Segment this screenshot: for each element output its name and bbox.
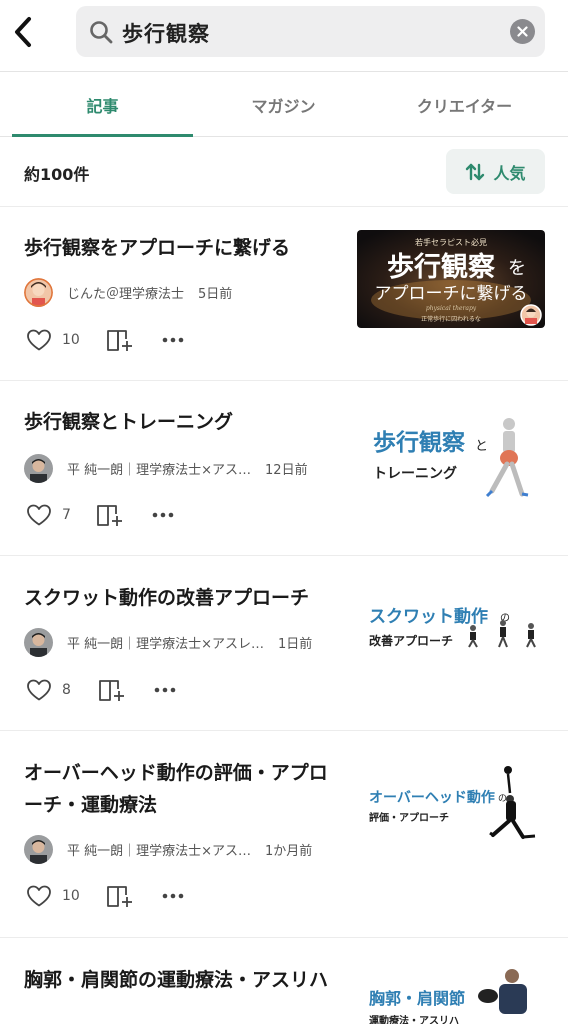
avatar[interactable] xyxy=(24,627,53,657)
article-card[interactable]: 歩行観察とトレーニング 平 純一朗｜理学療法士×アス… 12日前 7 歩行観察 … xyxy=(0,381,568,556)
add-to-magazine-icon xyxy=(107,886,132,907)
article-card[interactable]: 胸郭・肩関節の運動療法・アスリハ 胸郭・肩関節 運動療法・アスリハ xyxy=(0,938,568,1024)
author-name: 平 純一朗｜理学療法士×アスレ… xyxy=(67,636,265,652)
tab-magazines[interactable]: マガジン xyxy=(193,72,374,137)
result-count: 約100件 xyxy=(24,165,90,184)
more-horizontal-icon xyxy=(162,337,184,343)
thumb-title: オーバーヘッド動作 xyxy=(369,789,495,806)
article-actions: 7 xyxy=(26,500,174,530)
thumb-subtitle: 改善アプローチ xyxy=(369,633,453,648)
like-button[interactable]: 10 xyxy=(26,884,106,908)
add-to-magazine-button[interactable] xyxy=(106,883,140,909)
article-title[interactable]: スクワット動作の改善アプローチ xyxy=(24,582,342,614)
thumb-script: physical therapy xyxy=(426,305,477,312)
like-button[interactable]: 8 xyxy=(26,678,98,702)
article-thumbnail[interactable]: 歩行観察 と トレーニング xyxy=(357,406,545,504)
more-horizontal-icon xyxy=(162,893,184,899)
article-author[interactable]: じんた＠理学療法士 5日前 xyxy=(24,277,232,307)
thumb-title-particle: と xyxy=(475,439,488,454)
result-tabs: 記事 マガジン クリエイター xyxy=(0,72,568,137)
article-author[interactable]: 平 純一朗｜理学療法士×アスレ… 1日前 xyxy=(24,627,312,657)
more-button[interactable] xyxy=(162,337,184,343)
back-button[interactable] xyxy=(6,10,40,54)
article-card[interactable]: オーバーヘッド動作の評価・アプローチ・運動療法 平 純一朗｜理学療法士×アス… … xyxy=(0,731,568,938)
thumb-tagline: 若手セラピスト必見 xyxy=(415,237,487,247)
add-to-magazine-icon xyxy=(107,330,132,351)
thumb-subtitle: 運動療法・アスリハ xyxy=(369,1014,459,1024)
like-button[interactable]: 10 xyxy=(26,328,106,352)
like-count: 10 xyxy=(62,888,80,904)
thumb-title-particle: を xyxy=(508,258,526,279)
clear-search-button[interactable] xyxy=(510,19,535,44)
published-date: 12日前 xyxy=(265,462,308,478)
search-icon xyxy=(90,21,113,44)
tab-label: マガジン xyxy=(251,96,316,116)
thumb-subtitle: トレーニング xyxy=(373,465,457,482)
search-header: 歩行観察 xyxy=(0,0,568,72)
like-button[interactable]: 7 xyxy=(26,503,96,527)
avatar[interactable] xyxy=(24,834,53,864)
published-date: 1日前 xyxy=(278,636,313,652)
article-thumbnail[interactable]: スクワット動作 の 改善アプローチ xyxy=(357,581,545,679)
more-horizontal-icon xyxy=(152,512,174,518)
avatar[interactable] xyxy=(24,453,53,483)
heart-icon xyxy=(27,504,51,526)
article-actions: 10 xyxy=(26,325,184,355)
more-button[interactable] xyxy=(154,687,176,693)
sort-icon xyxy=(466,163,485,180)
article-card[interactable]: スクワット動作の改善アプローチ 平 純一朗｜理学療法士×アスレ… 1日前 8 ス… xyxy=(0,556,568,731)
chevron-left-icon xyxy=(15,17,31,47)
article-title[interactable]: 胸郭・肩関節の運動療法・アスリハ xyxy=(24,964,342,996)
thumb-footnote: 正常歩行に囚われるな xyxy=(421,315,481,323)
more-button[interactable] xyxy=(152,512,174,518)
article-author[interactable]: 平 純一朗｜理学療法士×アス… 1か月前 xyxy=(24,834,312,864)
article-thumbnail[interactable]: 胸郭・肩関節 運動療法・アスリハ xyxy=(357,964,545,1024)
author-name: じんた＠理学療法士 xyxy=(67,286,185,302)
thumb-title: 胸郭・肩関節 xyxy=(369,989,465,1008)
sort-label: 人気 xyxy=(493,163,526,183)
heart-icon xyxy=(27,679,51,701)
like-count: 7 xyxy=(62,507,71,523)
like-count: 8 xyxy=(62,682,71,698)
add-to-magazine-button[interactable] xyxy=(96,502,130,528)
add-to-magazine-button[interactable] xyxy=(98,677,132,703)
avatar[interactable] xyxy=(24,277,53,307)
tab-creators[interactable]: クリエイター xyxy=(374,72,555,137)
author-name: 平 純一朗｜理学療法士×アス… xyxy=(67,462,252,478)
thumb-subtitle: 評価・アプローチ xyxy=(369,811,449,824)
article-thumbnail[interactable]: オーバーヘッド動作 の 評価・アプローチ xyxy=(357,757,545,855)
result-bar: 約100件 人気 xyxy=(0,137,568,207)
more-button[interactable] xyxy=(162,893,184,899)
article-card[interactable]: 歩行観察をアプローチに繋げる じんた＠理学療法士 5日前 10 若手セラピスト必… xyxy=(0,207,568,381)
author-name: 平 純一朗｜理学療法士×アス… xyxy=(67,843,252,859)
sort-button[interactable]: 人気 xyxy=(446,149,545,194)
search-query: 歩行観察 xyxy=(122,22,210,46)
tab-articles[interactable]: 記事 xyxy=(12,72,193,137)
published-date: 5日前 xyxy=(198,286,233,302)
add-to-magazine-icon xyxy=(97,505,122,526)
tab-label: クリエイター xyxy=(416,96,513,116)
like-count: 10 xyxy=(62,332,80,348)
thumb-title: 歩行観察 xyxy=(373,429,466,456)
add-to-magazine-button[interactable] xyxy=(106,327,140,353)
add-to-magazine-icon xyxy=(99,680,124,701)
thumb-title-particle: の xyxy=(498,794,507,804)
article-thumbnail[interactable]: 若手セラピスト必見 歩行観察 を アプローチに繋げる physical ther… xyxy=(357,230,545,328)
article-actions: 10 xyxy=(26,881,184,911)
thumb-title: スクワット動作 xyxy=(369,606,488,627)
article-author[interactable]: 平 純一朗｜理学療法士×アス… 12日前 xyxy=(24,453,308,483)
heart-icon xyxy=(27,329,51,351)
search-input[interactable]: 歩行観察 xyxy=(76,6,545,57)
article-title[interactable]: オーバーヘッド動作の評価・アプローチ・運動療法 xyxy=(24,757,342,821)
article-title[interactable]: 歩行観察とトレーニング xyxy=(24,406,342,438)
thumb-subtitle: アプローチに繋げる xyxy=(375,284,528,304)
article-actions: 8 xyxy=(26,675,176,705)
published-date: 1か月前 xyxy=(265,843,313,859)
more-horizontal-icon xyxy=(154,687,176,693)
tab-label: 記事 xyxy=(86,96,119,116)
close-icon xyxy=(517,26,528,37)
heart-icon xyxy=(27,885,51,907)
article-title[interactable]: 歩行観察をアプローチに繋げる xyxy=(24,232,342,264)
thumb-title: 歩行観察 xyxy=(387,251,496,283)
